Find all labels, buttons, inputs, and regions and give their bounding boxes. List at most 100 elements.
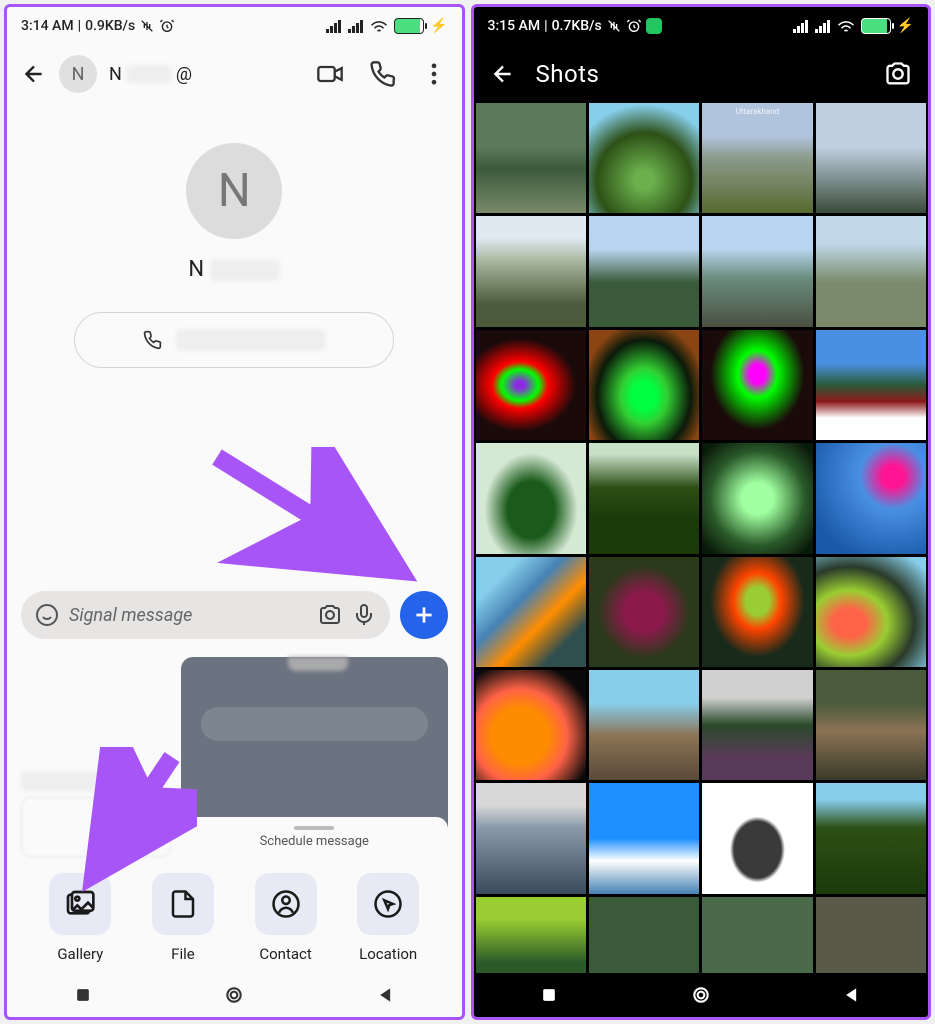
gallery-thumb[interactable]: [476, 330, 586, 440]
nav-home-icon[interactable]: [691, 985, 711, 1005]
phone-number-button[interactable]: [74, 312, 394, 368]
gallery-thumb[interactable]: [476, 897, 586, 973]
attach-gallery-label: Gallery: [57, 945, 103, 963]
shots-header: Shots: [474, 45, 929, 103]
attach-location[interactable]: Location: [357, 873, 419, 963]
gallery-thumb[interactable]: [589, 443, 699, 553]
signal-icon: [326, 19, 342, 33]
gallery-thumb[interactable]: [589, 103, 699, 213]
gallery-thumb[interactable]: [702, 557, 812, 667]
back-icon[interactable]: [490, 61, 516, 87]
contact-avatar-large[interactable]: N: [186, 143, 282, 239]
shots-title: Shots: [536, 60, 865, 88]
app-badge-icon: [646, 18, 662, 34]
status-bar: 3:15 AM | 0.7KB/s ⚡: [474, 7, 929, 45]
drag-handle-icon[interactable]: [294, 826, 334, 830]
gallery-thumb[interactable]: [702, 670, 812, 780]
gallery-thumb[interactable]: [589, 557, 699, 667]
location-icon: [373, 889, 403, 919]
gallery-thumb[interactable]: [476, 670, 586, 780]
back-icon[interactable]: [21, 61, 47, 87]
battery-icon: [861, 18, 891, 34]
gallery-thumb[interactable]: [476, 557, 586, 667]
file-icon: [168, 889, 198, 919]
redacted-text: [126, 65, 172, 83]
camera-icon[interactable]: [884, 60, 912, 88]
android-nav-bar: [7, 973, 462, 1017]
gallery-thumb[interactable]: [589, 216, 699, 326]
signal-icon: [793, 19, 809, 33]
mute-icon: [139, 18, 155, 34]
gallery-thumb[interactable]: [476, 103, 586, 213]
nav-recent-icon[interactable]: [73, 985, 93, 1005]
status-net: 0.9KB/s: [85, 18, 135, 34]
emoji-icon[interactable]: [35, 603, 59, 627]
gallery-thumb[interactable]: Uttarakhand: [702, 103, 812, 213]
gallery-thumb[interactable]: [816, 443, 926, 553]
gallery-thumb[interactable]: [589, 330, 699, 440]
status-time: 3:15 AM: [488, 18, 541, 34]
battery-icon: [394, 18, 424, 34]
contact-name-large: N: [188, 257, 280, 282]
status-time: 3:14 AM: [21, 18, 74, 34]
schedule-label: Schedule message: [260, 834, 369, 849]
attach-contact[interactable]: Contact: [255, 873, 317, 963]
gallery-thumb[interactable]: [816, 216, 926, 326]
attach-file[interactable]: File: [152, 873, 214, 963]
more-icon[interactable]: [420, 60, 448, 88]
header-avatar[interactable]: N: [59, 55, 97, 93]
gallery-grid[interactable]: Uttarakhand: [474, 103, 929, 973]
gallery-thumb[interactable]: [476, 216, 586, 326]
nav-back-icon[interactable]: [842, 985, 862, 1005]
redacted-text: [21, 771, 141, 791]
header-contact-name[interactable]: N @: [109, 64, 304, 85]
video-call-icon[interactable]: [316, 60, 344, 88]
gallery-thumb[interactable]: [702, 897, 812, 973]
attach-contact-label: Contact: [259, 945, 311, 963]
attach-plus-button[interactable]: [400, 591, 448, 639]
status-bar: 3:14 AM | 0.9KB/s ⚡: [7, 7, 462, 45]
avatar-initial: N: [72, 64, 85, 85]
gallery-icon: [64, 888, 96, 920]
attach-location-label: Location: [359, 945, 417, 963]
gallery-thumb[interactable]: [816, 670, 926, 780]
redacted-phone: [176, 329, 326, 351]
gallery-thumb[interactable]: [816, 897, 926, 973]
wifi-icon: [370, 19, 388, 33]
signal-icon-2: [815, 19, 831, 33]
redacted-text: [210, 259, 280, 281]
gallery-thumb[interactable]: [702, 330, 812, 440]
signal-icon-2: [348, 19, 364, 33]
gallery-thumb[interactable]: [816, 557, 926, 667]
left-phone-frame: 3:14 AM | 0.9KB/s ⚡: [4, 4, 465, 1020]
message-input[interactable]: Signal message: [21, 591, 390, 639]
voice-call-icon[interactable]: [368, 60, 396, 88]
right-phone-frame: 3:15 AM | 0.7KB/s ⚡: [471, 4, 932, 1020]
gallery-thumb[interactable]: [816, 783, 926, 893]
phone-icon: [142, 330, 162, 350]
nav-home-icon[interactable]: [224, 985, 244, 1005]
chat-body: N N: [7, 103, 462, 581]
gallery-thumb[interactable]: [589, 897, 699, 973]
gallery-thumb[interactable]: [589, 783, 699, 893]
attach-file-label: File: [171, 945, 195, 963]
status-sep: |: [78, 18, 81, 34]
camera-icon[interactable]: [318, 603, 342, 627]
preview-card[interactable]: [21, 797, 171, 857]
nav-back-icon[interactable]: [376, 985, 396, 1005]
message-input-row: Signal message: [7, 581, 462, 649]
gallery-thumb[interactable]: [589, 670, 699, 780]
gallery-thumb[interactable]: [702, 783, 812, 893]
attach-gallery[interactable]: Gallery: [49, 873, 111, 963]
schedule-preview-card[interactable]: Schedule message: [181, 657, 448, 857]
contact-icon: [271, 889, 301, 919]
microphone-icon[interactable]: [352, 603, 376, 627]
gallery-thumb[interactable]: [476, 443, 586, 553]
gallery-thumb[interactable]: [816, 103, 926, 213]
gallery-thumb[interactable]: [702, 216, 812, 326]
alarm-icon: [626, 18, 642, 34]
gallery-thumb[interactable]: [702, 443, 812, 553]
gallery-thumb[interactable]: [816, 330, 926, 440]
nav-recent-icon[interactable]: [539, 985, 559, 1005]
gallery-thumb[interactable]: [476, 783, 586, 893]
